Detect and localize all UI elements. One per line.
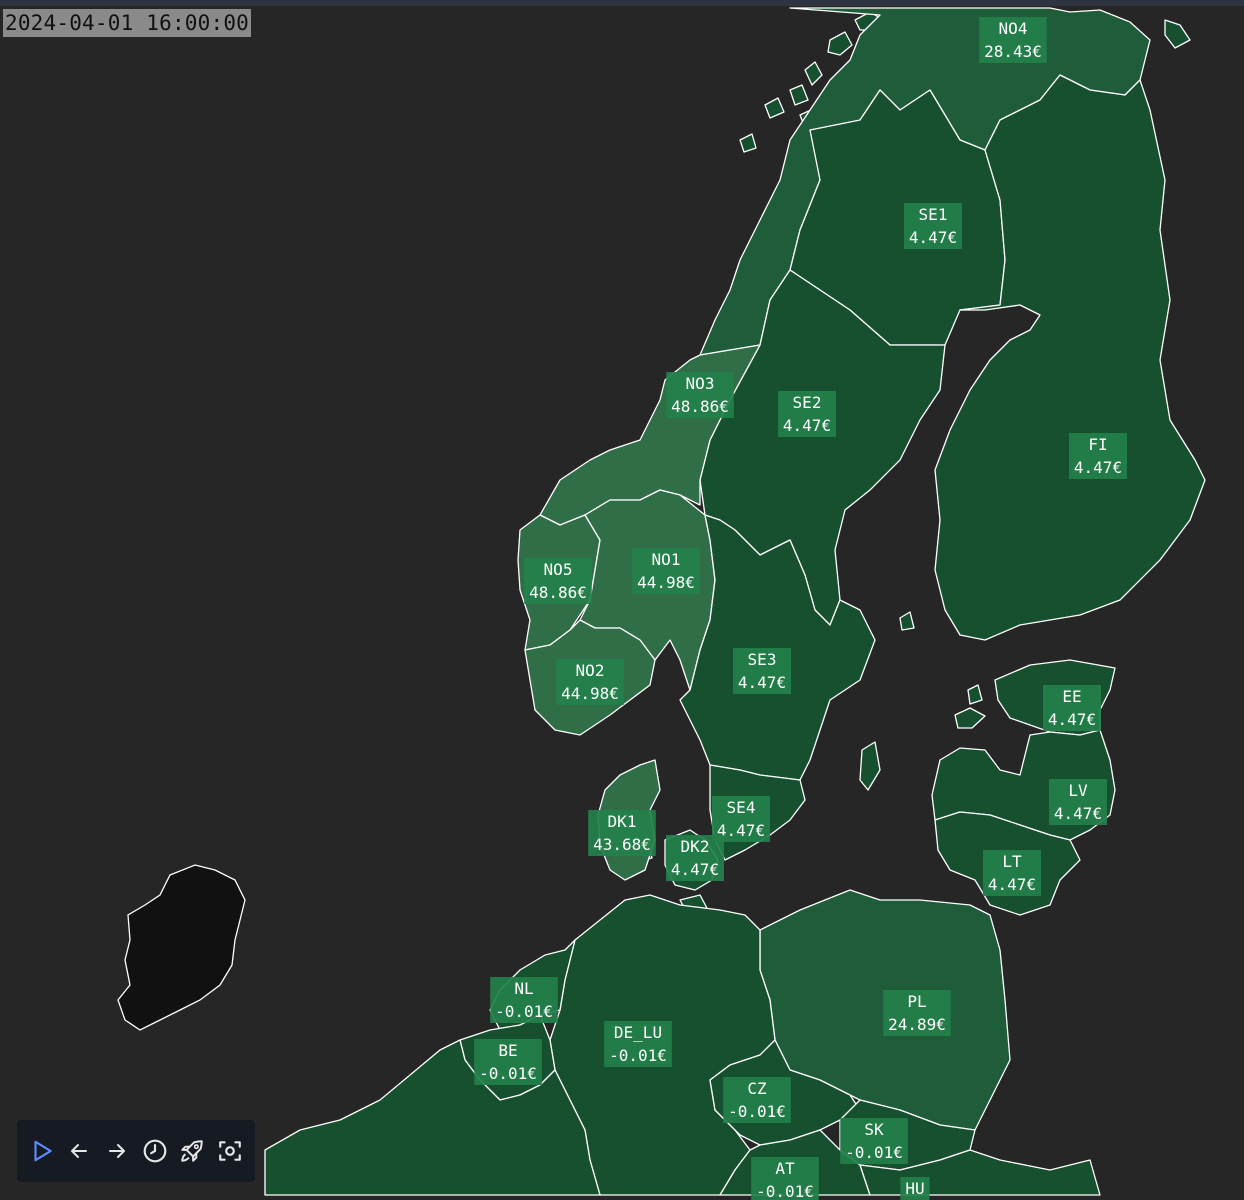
play-icon xyxy=(34,1140,52,1162)
zone-code: SE3 xyxy=(748,650,777,669)
zone-code: AT xyxy=(775,1159,795,1178)
zone-price: 24.89€ xyxy=(888,1015,946,1034)
focus-icon xyxy=(219,1141,241,1161)
island-shape xyxy=(899,611,915,631)
island-shape xyxy=(764,97,785,119)
island-shape xyxy=(1164,19,1191,49)
zone-code: HU xyxy=(905,1179,924,1198)
playback-toolbar xyxy=(17,1120,255,1182)
zone-label-no2: NO2 44.98€ xyxy=(556,659,624,705)
zone-code: SE4 xyxy=(727,798,756,817)
zone-label-cz: CZ -0.01€ xyxy=(723,1077,791,1123)
island-shape xyxy=(789,84,809,106)
zone-label-at: AT -0.01€ xyxy=(751,1157,819,1200)
zone-price: -0.01€ xyxy=(609,1046,667,1065)
zone-price: 44.98€ xyxy=(561,684,619,703)
zone-price: 4.47€ xyxy=(988,875,1036,894)
zone-code: FI xyxy=(1088,435,1107,454)
zone-label-be: BE -0.01€ xyxy=(474,1039,542,1085)
regions-layer xyxy=(117,7,1206,1196)
previous-button[interactable] xyxy=(64,1136,94,1166)
island-shape xyxy=(859,741,881,791)
timestamp-label: 2024-04-01 16:00:00 xyxy=(3,9,252,37)
zone-price: 43.68€ xyxy=(593,835,651,854)
zone-price: -0.01€ xyxy=(495,1002,553,1021)
play-button[interactable] xyxy=(27,1136,57,1166)
zone-code: PL xyxy=(907,992,926,1011)
zone-code: DK2 xyxy=(681,837,710,856)
zone-label-hu: HU xyxy=(900,1177,930,1200)
zone-label-ee: EE 4.47€ xyxy=(1043,685,1101,731)
zone-price: 4.47€ xyxy=(717,821,765,840)
zone-price: 4.47€ xyxy=(1074,458,1122,477)
price-map: NO4 28.43€ SE1 4.47€ NO3 48.86€ SE2 4.47€ FI 4.47… xyxy=(117,7,1206,1200)
zone-label-se1: SE1 4.47€ xyxy=(904,203,962,249)
zone-label-sk: SK -0.01€ xyxy=(840,1118,908,1164)
zone-price: 4.47€ xyxy=(1054,804,1102,823)
zone-price: 48.86€ xyxy=(529,583,587,602)
zone-label-pl: PL 24.89€ xyxy=(883,990,951,1036)
rocket-icon xyxy=(181,1140,204,1162)
zone-code: DE_LU xyxy=(614,1023,662,1042)
zone-label-se2: SE2 4.47€ xyxy=(778,391,836,437)
zone-price: -0.01€ xyxy=(845,1143,903,1162)
zone-price: 4.47€ xyxy=(1048,710,1096,729)
zone-price: 44.98€ xyxy=(637,573,695,592)
zone-label-no4: NO4 28.43€ xyxy=(979,17,1047,63)
zone-label-lt: LT 4.47€ xyxy=(983,850,1041,896)
zone-code: DK1 xyxy=(608,812,637,831)
island-shape xyxy=(967,684,983,705)
zone-code: NO2 xyxy=(576,661,605,680)
zone-price: 4.47€ xyxy=(738,673,786,692)
zone-code: NO4 xyxy=(999,19,1028,38)
arrow-left-icon xyxy=(71,1144,88,1158)
zone-price: -0.01€ xyxy=(756,1182,814,1200)
zone-price: -0.01€ xyxy=(479,1064,537,1083)
focus-button[interactable] xyxy=(215,1136,245,1166)
launch-button[interactable] xyxy=(177,1136,207,1166)
region-ireland xyxy=(117,864,246,1031)
zone-code: NL xyxy=(514,979,533,998)
zone-label-no5: NO5 48.86€ xyxy=(524,558,592,604)
zone-label-nl: NL -0.01€ xyxy=(490,977,558,1023)
zone-code: EE xyxy=(1062,687,1081,706)
island-shape xyxy=(804,61,823,86)
zone-code: LT xyxy=(1002,852,1022,871)
zone-label-dk1: DK1 43.68€ xyxy=(588,810,656,856)
island-shape xyxy=(827,31,853,56)
zone-label-dk2: DK2 4.47€ xyxy=(666,835,724,881)
zone-price: 4.47€ xyxy=(783,416,831,435)
zone-label-lv: LV 4.47€ xyxy=(1049,779,1107,825)
zone-price: 4.47€ xyxy=(909,228,957,247)
zone-label-no1: NO1 44.98€ xyxy=(632,548,700,594)
zone-price: 48.86€ xyxy=(671,397,729,416)
zone-code: LV xyxy=(1068,781,1088,800)
clock-icon xyxy=(143,1139,167,1163)
zone-code: SE1 xyxy=(919,205,948,224)
zone-label-de-lu: DE_LU -0.01€ xyxy=(604,1021,672,1067)
next-button[interactable] xyxy=(102,1136,132,1166)
time-button[interactable] xyxy=(140,1136,170,1166)
zone-label-se3: SE3 4.47€ xyxy=(733,648,791,694)
zone-code: NO1 xyxy=(652,550,681,569)
zone-price: 4.47€ xyxy=(671,860,719,879)
zone-label-no3: NO3 48.86€ xyxy=(666,372,734,418)
zone-price: 28.43€ xyxy=(984,42,1042,61)
zone-code: SE2 xyxy=(793,393,822,412)
zone-code: NO3 xyxy=(686,374,715,393)
island-shape xyxy=(954,707,986,729)
zone-code: BE xyxy=(498,1041,517,1060)
zone-label-fi: FI 4.47€ xyxy=(1069,433,1127,479)
island-shape xyxy=(739,133,757,153)
arrow-right-icon xyxy=(109,1144,126,1158)
zone-code: NO5 xyxy=(544,560,573,579)
zone-code: SK xyxy=(864,1120,884,1139)
zone-price: -0.01€ xyxy=(728,1102,786,1121)
zone-code: CZ xyxy=(747,1079,767,1098)
